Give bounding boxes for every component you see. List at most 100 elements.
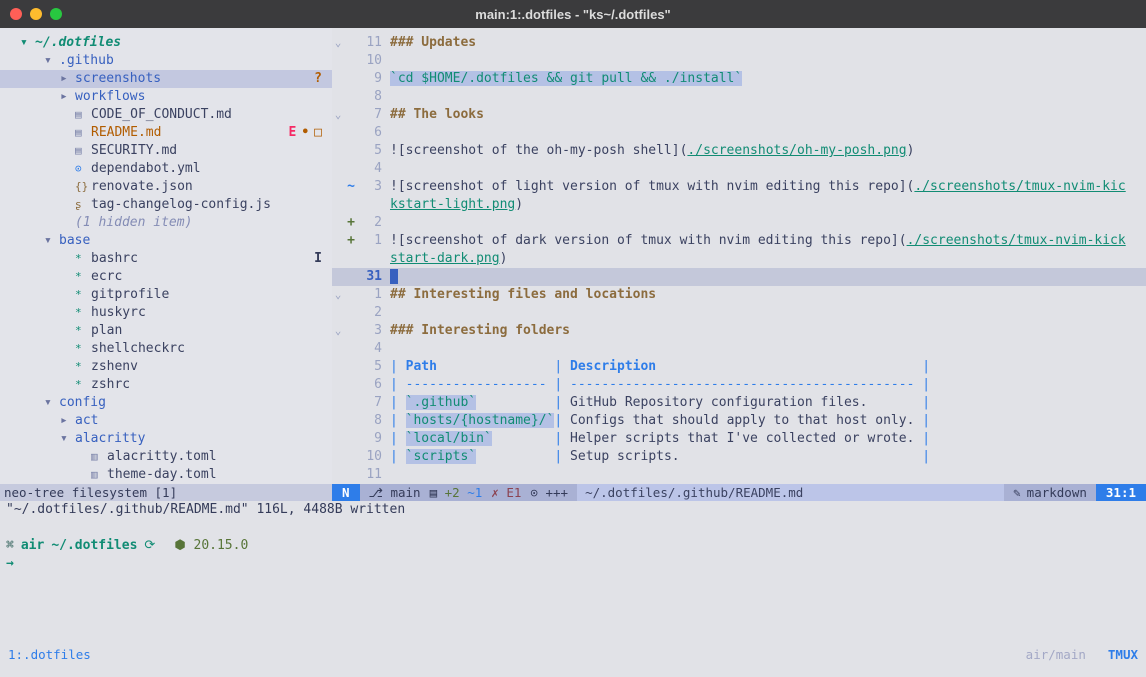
tree-item-readme-md[interactable]: ▤README.mdE•□ [0, 124, 332, 142]
cursor-position: 31:1 [1096, 484, 1146, 501]
line-number: 5 [358, 358, 382, 376]
editor-line[interactable]: 6| ------------------ | ----------------… [332, 376, 1146, 394]
titlebar: main:1:.dotfiles - "ks~/.dotfiles" [0, 0, 1146, 28]
expander-icon[interactable]: ▾ [44, 232, 59, 250]
fold-icon[interactable]: ⌄ [332, 286, 344, 304]
editor-line[interactable]: ⌄ 11### Updates [332, 34, 1146, 52]
git-sign: + [344, 232, 358, 250]
node-icon: ⬢ [174, 538, 185, 553]
tree-item-dotfiles[interactable]: ▾~/.dotfiles [0, 34, 332, 52]
tree-item-renovate-json[interactable]: {}renovate.json [0, 178, 332, 196]
tree-item-label: shellcheckrc [91, 340, 185, 358]
tree-item-1-hidden-item[interactable]: (1 hidden item) [0, 214, 332, 232]
markdown-file-icon: ▤ [75, 124, 91, 142]
expander-icon[interactable]: ▾ [44, 394, 59, 412]
tree-item-dependabot-yml[interactable]: ⊙dependabot.yml [0, 160, 332, 178]
git-modified-mark: • [301, 124, 309, 142]
shell-prompt: ⌘ air ~/.dotfiles ⟳ ⬢ 20.15.0 [6, 537, 1146, 555]
editor-line[interactable]: ⌄ 1## Interesting files and locations [332, 286, 1146, 304]
traffic-lights [10, 8, 62, 20]
tree-item-alacritty[interactable]: ▾alacritty [0, 430, 332, 448]
close-button[interactable] [10, 8, 22, 20]
tree-item-bashrc[interactable]: *bashrcI [0, 250, 332, 268]
filetype-label: markdown [1027, 484, 1087, 501]
line-number: 7 [358, 394, 382, 412]
line-number: 8 [358, 412, 382, 430]
editor-line[interactable]: 10| `scripts` | Setup scripts. | [332, 448, 1146, 466]
tmux-statusbar: 1:.dotfiles air/main TMUX [0, 646, 1146, 664]
tmux-window-label[interactable]: 1:.dotfiles [8, 646, 91, 664]
editor-line[interactable]: 5![screenshot of the oh-my-posh shell](.… [332, 142, 1146, 160]
editor-pane[interactable]: ⌄ 11### Updates 10 9`cd $HOME/.dotfiles … [332, 28, 1146, 501]
filetype-icon: ✎ [1013, 484, 1021, 501]
editor-line[interactable]: ~ 3![screenshot of light version of tmux… [332, 178, 1146, 196]
tree-item-screenshots[interactable]: ▸screenshots? [0, 70, 332, 88]
expander-icon[interactable]: ▸ [60, 88, 75, 106]
window-title: main:1:.dotfiles - "ks~/.dotfiles" [475, 7, 670, 22]
tree-item-label: tag-changelog-config.js [91, 196, 271, 214]
fold-icon[interactable]: ⌄ [332, 322, 344, 340]
expander-icon[interactable]: ▾ [44, 52, 59, 70]
tree-item-zshrc[interactable]: *zshrc [0, 376, 332, 394]
editor-line[interactable]: 7| `.github` | GitHub Repository configu… [332, 394, 1146, 412]
neo-tree-statusline: neo-tree filesystem [1] [0, 484, 332, 501]
editor-line[interactable]: 8 [332, 88, 1146, 106]
line-text: | `scripts` | Setup scripts. | [382, 448, 1146, 466]
tree-item-alacritty-toml[interactable]: ▥alacritty.toml [0, 448, 332, 466]
expander-icon[interactable]: ▸ [60, 70, 75, 88]
tree-item-plan[interactable]: *plan [0, 322, 332, 340]
expander-icon[interactable]: ▾ [60, 430, 75, 448]
tree-item-marks: ? [314, 70, 332, 88]
toml-file-icon: ▥ [91, 448, 107, 466]
editor-line[interactable]: 11 [332, 466, 1146, 484]
expander-icon[interactable]: ▸ [60, 412, 75, 430]
minimize-button[interactable] [30, 8, 42, 20]
editor-line[interactable]: 9| `local/bin` | Helper scripts that I'v… [332, 430, 1146, 448]
fold-icon[interactable]: ⌄ [332, 106, 344, 124]
editor-buffer[interactable]: ⌄ 11### Updates 10 9`cd $HOME/.dotfiles … [332, 28, 1146, 484]
tree-item-shellcheckrc[interactable]: *shellcheckrc [0, 340, 332, 358]
line-number: 3 [358, 178, 382, 196]
tree-item-base[interactable]: ▾base [0, 232, 332, 250]
editor-line[interactable]: ⌄ 7## The looks [332, 106, 1146, 124]
editor-line[interactable]: + 2 [332, 214, 1146, 232]
statusline-filepath: ~/.dotfiles/.github/README.md [577, 484, 1004, 501]
tree-item-config[interactable]: ▾config [0, 394, 332, 412]
editor-line[interactable]: 2 [332, 304, 1146, 322]
tree-item-workflows[interactable]: ▸workflows [0, 88, 332, 106]
shell-pane[interactable]: ⌘ air ~/.dotfiles ⟳ ⬢ 20.15.0 → [0, 519, 1146, 646]
tree-item-code-of-conduct-md[interactable]: ▤CODE_OF_CONDUCT.md [0, 106, 332, 124]
tree-item-gitprofile[interactable]: *gitprofile [0, 286, 332, 304]
fold-icon[interactable]: ⌄ [332, 34, 344, 52]
cursor-mark: I [314, 250, 322, 268]
editor-line[interactable]: 5| Path | Description | [332, 358, 1146, 376]
zoom-button[interactable] [50, 8, 62, 20]
editor-line[interactable]: kstart-light.png) [332, 196, 1146, 214]
editor-line[interactable]: 4 [332, 160, 1146, 178]
tree-item-theme-day-toml[interactable]: ▥theme-day.toml [0, 466, 332, 484]
tree-item-huskyrc[interactable]: *huskyrc [0, 304, 332, 322]
editor-line[interactable]: 10 [332, 52, 1146, 70]
expander-icon[interactable]: ▾ [20, 34, 35, 52]
tree-item-ecrc[interactable]: *ecrc [0, 268, 332, 286]
editor-line[interactable]: ⌄ 3### Interesting folders [332, 322, 1146, 340]
tree-item-label: renovate.json [91, 178, 193, 196]
editor-line[interactable]: 9`cd $HOME/.dotfiles && git pull && ./in… [332, 70, 1146, 88]
tree-item-github[interactable]: ▾.github [0, 52, 332, 70]
editor-line[interactable]: 4 [332, 340, 1146, 358]
tree-item-act[interactable]: ▸act [0, 412, 332, 430]
tree-item-label: plan [91, 322, 122, 340]
line-number: 4 [358, 340, 382, 358]
tree-item-tag-changelog-config-js[interactable]: ʂtag-changelog-config.js [0, 196, 332, 214]
editor-line[interactable]: 6 [332, 124, 1146, 142]
tree-item-security-md[interactable]: ▤SECURITY.md [0, 142, 332, 160]
editor-line[interactable]: 31 [332, 268, 1146, 286]
mode-indicator: N [332, 484, 360, 501]
markdown-file-icon: ▤ [75, 106, 91, 124]
yaml-file-icon: ⊙ [75, 160, 91, 178]
editor-line[interactable]: 8| `hosts/{hostname}/`| Configs that sho… [332, 412, 1146, 430]
tree-item-marks: E•□ [289, 124, 332, 142]
editor-line[interactable]: start-dark.png) [332, 250, 1146, 268]
editor-line[interactable]: + 1![screenshot of dark version of tmux … [332, 232, 1146, 250]
tree-item-zshenv[interactable]: *zshenv [0, 358, 332, 376]
